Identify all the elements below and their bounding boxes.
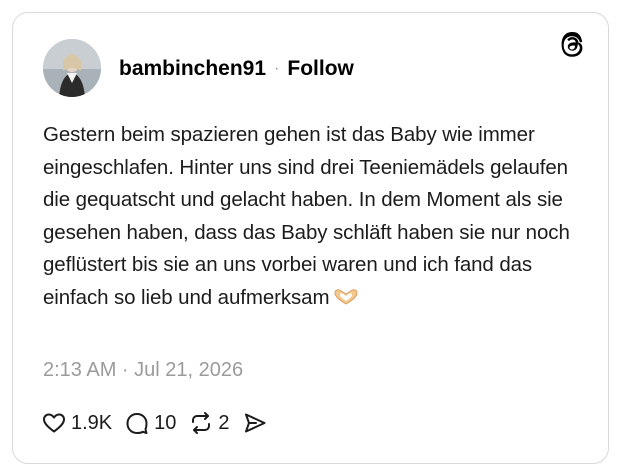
post-text: Gestern beim spazieren gehen ist das Bab… bbox=[43, 119, 583, 314]
reply-button[interactable]: 10 bbox=[124, 410, 176, 436]
post-header: bambinchen91 · Follow bbox=[119, 56, 354, 82]
like-button[interactable]: 1.9K bbox=[41, 410, 112, 436]
send-icon bbox=[244, 413, 266, 433]
post-body: Gestern beim spazieren gehen ist das Bab… bbox=[43, 123, 570, 309]
username[interactable]: bambinchen91 bbox=[119, 57, 266, 81]
avatar-image bbox=[43, 39, 101, 97]
like-count: 1.9K bbox=[71, 411, 113, 434]
separator-dot: · bbox=[274, 60, 280, 77]
post-timestamp: 2:13 AM · Jul 21, 2026 bbox=[43, 359, 244, 381]
action-bar: 1.9K 10 2 bbox=[41, 409, 280, 437]
repost-count: 2 bbox=[218, 411, 230, 434]
follow-button[interactable]: Follow bbox=[287, 57, 354, 81]
repost-button[interactable]: 2 bbox=[188, 410, 230, 436]
repost-icon bbox=[192, 412, 211, 434]
threads-post-card: bambinchen91 · Follow Gestern beim spazi… bbox=[12, 12, 609, 464]
avatar[interactable] bbox=[43, 39, 101, 97]
heart-icon bbox=[43, 413, 65, 433]
share-button[interactable] bbox=[242, 410, 268, 436]
threads-logo-icon[interactable] bbox=[558, 30, 586, 58]
reply-count: 10 bbox=[154, 411, 177, 434]
heart-hands-emoji bbox=[334, 288, 358, 305]
speech-bubble-icon bbox=[126, 413, 148, 434]
